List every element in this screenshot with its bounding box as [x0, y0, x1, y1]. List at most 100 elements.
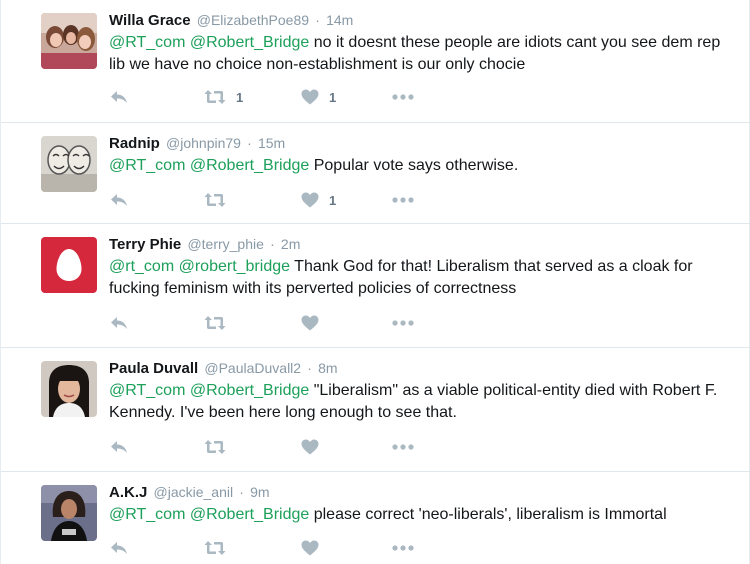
- more-button[interactable]: [392, 313, 414, 333]
- more-dots-icon: [392, 320, 414, 326]
- heart-icon: [301, 315, 319, 331]
- tweet[interactable]: Terry Phie @terry_phie · 2m @rt_com @rob…: [1, 224, 750, 348]
- tweet-actions: 1 1: [109, 87, 429, 107]
- default-egg-avatar: [41, 237, 97, 293]
- like-count: 1: [329, 192, 337, 208]
- author-name[interactable]: Radnip: [109, 135, 160, 152]
- avatar[interactable]: [41, 136, 97, 192]
- like-button[interactable]: [301, 538, 329, 558]
- more-button[interactable]: [392, 87, 414, 107]
- retweet-button[interactable]: [204, 313, 236, 333]
- author-handle[interactable]: @jackie_anil: [154, 484, 234, 500]
- mention-link[interactable]: @RT_com: [109, 157, 185, 174]
- avatar[interactable]: [41, 485, 97, 541]
- tweet-actions: [109, 313, 429, 333]
- author-handle[interactable]: @terry_phie: [187, 236, 263, 252]
- retweet-button[interactable]: [204, 538, 236, 558]
- tweet-text: @RT_com @Robert_Bridge no it doesnt thes…: [109, 32, 729, 76]
- retweet-button[interactable]: [204, 190, 236, 210]
- tweet-text: @RT_com @Robert_Bridge please correct 'n…: [109, 504, 729, 526]
- mention-link[interactable]: @RT_com: [109, 34, 185, 51]
- heart-icon: [301, 89, 319, 105]
- timestamp[interactable]: 14m: [326, 12, 353, 28]
- more-button[interactable]: [392, 437, 414, 457]
- mention-link[interactable]: @Robert_Bridge: [190, 34, 309, 51]
- more-button[interactable]: [392, 190, 414, 210]
- tweet[interactable]: A.K.J @jackie_anil · 9m @RT_com @Robert_…: [1, 472, 750, 564]
- like-button[interactable]: [301, 437, 329, 457]
- reply-button[interactable]: [109, 87, 129, 107]
- tweet[interactable]: Willa Grace @ElizabethPoe89 · 14m @RT_co…: [1, 0, 750, 123]
- avatar[interactable]: [41, 237, 97, 293]
- mention-link[interactable]: @RT_com: [109, 506, 185, 523]
- mention-link[interactable]: @RT_com: [109, 382, 185, 399]
- tweet-text: @rt_com @robert_bridge Thank God for tha…: [109, 256, 729, 300]
- tweet-header: Radnip @johnpin79 · 15m: [109, 133, 285, 154]
- heart-icon: [301, 540, 319, 556]
- avatar[interactable]: [41, 361, 97, 417]
- tweet[interactable]: Paula Duvall @PaulaDuvall2 · 8m @RT_com …: [1, 348, 750, 472]
- retweet-icon: [204, 541, 226, 555]
- tweet[interactable]: Radnip @johnpin79 · 15m @RT_com @Robert_…: [1, 123, 750, 224]
- retweet-icon: [204, 440, 226, 454]
- reply-icon: [111, 441, 127, 453]
- author-name[interactable]: Willa Grace: [109, 12, 191, 29]
- author-handle[interactable]: @ElizabethPoe89: [197, 12, 309, 28]
- tweet-body: Popular vote says otherwise.: [309, 157, 519, 174]
- retweet-icon: [204, 316, 226, 330]
- mention-link[interactable]: @Robert_Bridge: [190, 382, 309, 399]
- like-count: 1: [329, 89, 337, 105]
- separator: ·: [239, 484, 244, 500]
- mention-link[interactable]: @Robert_Bridge: [190, 157, 309, 174]
- mention-link[interactable]: @Robert_Bridge: [190, 506, 309, 523]
- tweet-actions: [109, 437, 429, 457]
- retweet-icon: [204, 90, 226, 104]
- retweet-button[interactable]: [204, 437, 236, 457]
- tweet-header: Terry Phie @terry_phie · 2m: [109, 234, 300, 255]
- like-button[interactable]: 1: [301, 87, 336, 107]
- tweet-header: A.K.J @jackie_anil · 9m: [109, 482, 270, 503]
- tweet-header: Willa Grace @ElizabethPoe89 · 14m: [109, 10, 353, 31]
- retweet-icon: [204, 193, 226, 207]
- more-dots-icon: [392, 197, 414, 203]
- reply-icon: [111, 91, 127, 103]
- mention-link[interactable]: @rt_com: [109, 258, 174, 275]
- author-name[interactable]: Terry Phie: [109, 236, 181, 253]
- like-button[interactable]: [301, 313, 329, 333]
- timestamp[interactable]: 8m: [318, 360, 337, 376]
- avatar[interactable]: [41, 13, 97, 69]
- tweet-text: @RT_com @Robert_Bridge "Liberalism" as a…: [109, 380, 729, 424]
- reply-button[interactable]: [109, 313, 129, 333]
- separator: ·: [270, 236, 275, 252]
- tweet-feed: Willa Grace @ElizabethPoe89 · 14m @RT_co…: [0, 0, 750, 564]
- author-name[interactable]: A.K.J: [109, 484, 147, 501]
- reply-icon: [111, 542, 127, 554]
- reply-button[interactable]: [109, 437, 129, 457]
- tweet-actions: [109, 538, 429, 558]
- timestamp[interactable]: 2m: [281, 236, 300, 252]
- heart-icon: [301, 439, 319, 455]
- timestamp[interactable]: 15m: [258, 135, 285, 151]
- heart-icon: [301, 192, 319, 208]
- timestamp[interactable]: 9m: [250, 484, 269, 500]
- like-button[interactable]: 1: [301, 190, 336, 210]
- retweet-button[interactable]: 1: [204, 87, 243, 107]
- mention-link[interactable]: @robert_bridge: [179, 258, 290, 275]
- retweet-count: 1: [236, 89, 244, 105]
- more-dots-icon: [392, 444, 414, 450]
- tweet-body: please correct 'neo-liberals', liberalis…: [309, 506, 667, 523]
- author-handle[interactable]: @PaulaDuvall2: [204, 360, 301, 376]
- author-handle[interactable]: @johnpin79: [166, 135, 241, 151]
- reply-button[interactable]: [109, 190, 129, 210]
- separator: ·: [247, 135, 252, 151]
- tweet-text: @RT_com @Robert_Bridge Popular vote says…: [109, 155, 729, 177]
- reply-button[interactable]: [109, 538, 129, 558]
- reply-icon: [111, 194, 127, 206]
- more-dots-icon: [392, 94, 414, 100]
- reply-icon: [111, 317, 127, 329]
- separator: ·: [315, 12, 320, 28]
- more-button[interactable]: [392, 538, 414, 558]
- author-name[interactable]: Paula Duvall: [109, 360, 198, 377]
- separator: ·: [307, 360, 312, 376]
- tweet-actions: 1: [109, 190, 429, 210]
